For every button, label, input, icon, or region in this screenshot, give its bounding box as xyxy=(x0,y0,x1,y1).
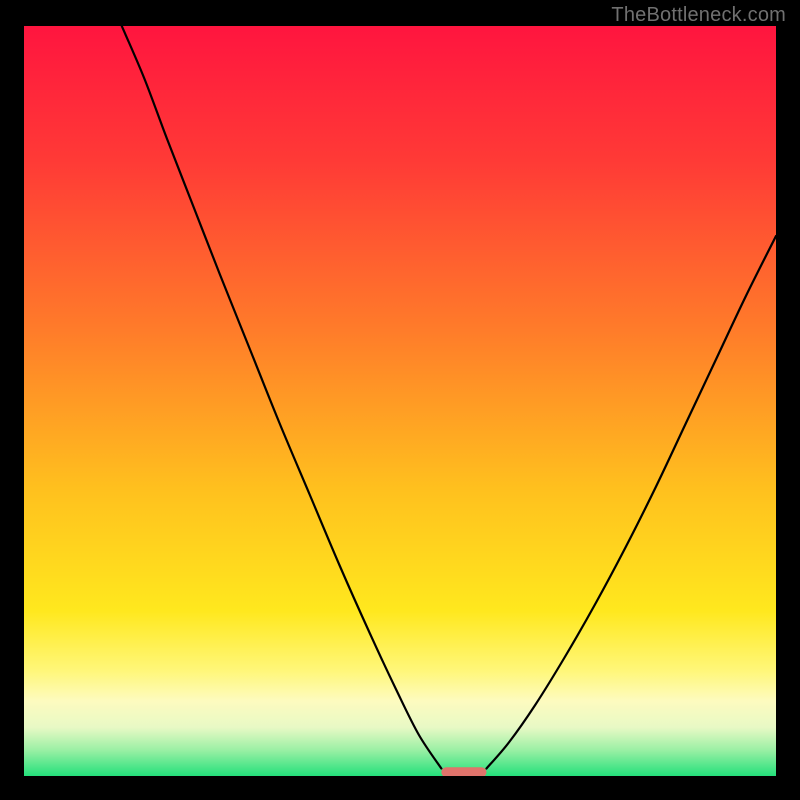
gradient-background xyxy=(24,26,776,776)
chart-container xyxy=(24,26,776,776)
trough-marker xyxy=(441,767,486,776)
bottleneck-curve-chart xyxy=(24,26,776,776)
watermark-text: TheBottleneck.com xyxy=(611,4,786,27)
app-frame: TheBottleneck.com xyxy=(0,0,800,800)
